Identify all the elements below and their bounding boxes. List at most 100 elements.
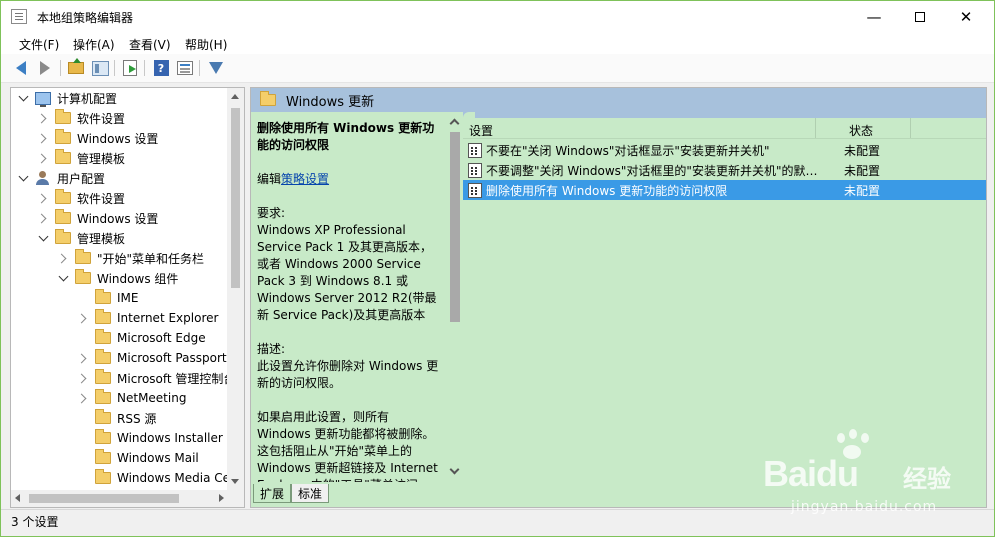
tree-item[interactable]: Microsoft Passport xyxy=(11,348,231,368)
toolbar-separator xyxy=(114,60,115,76)
setting-row[interactable]: 不要在"关闭 Windows"对话框显示"安装更新并关机" 未配置 xyxy=(463,140,986,160)
chevron-right-icon[interactable] xyxy=(77,352,89,364)
chevron-right-icon[interactable] xyxy=(57,252,69,264)
chevron-right-icon[interactable] xyxy=(77,312,89,324)
tree-item[interactable]: IME xyxy=(11,288,231,308)
chevron-right-icon[interactable] xyxy=(77,372,89,384)
tree-item-label: Windows Media Center xyxy=(117,471,231,485)
forward-button[interactable] xyxy=(35,59,55,77)
tab-extended[interactable]: 扩展 xyxy=(253,484,292,503)
menu-bar: 文件(F) 操作(A) 查看(V) 帮助(H) xyxy=(1,32,994,54)
tree-item[interactable]: Windows 设置 xyxy=(11,128,231,148)
tree-item[interactable]: Windows Mail xyxy=(11,448,231,468)
minimize-button[interactable]: — xyxy=(851,1,897,32)
setting-name: 删除使用所有 Windows 更新功能的访问权限 xyxy=(486,183,728,198)
tree-item[interactable]: Internet Explorer xyxy=(11,308,231,328)
maximize-button[interactable] xyxy=(897,1,943,32)
policy-setting-icon xyxy=(468,142,482,158)
tree-item[interactable]: Windows 设置 xyxy=(11,208,231,228)
tree-item[interactable]: 用户配置 xyxy=(11,168,231,188)
setting-status: 未配置 xyxy=(844,163,881,178)
chevron-down-icon[interactable] xyxy=(37,232,49,244)
help-button[interactable]: ? xyxy=(151,59,171,77)
tree-vertical-scrollbar[interactable] xyxy=(227,88,244,490)
tree-item-label: NetMeeting xyxy=(117,391,187,405)
chevron-down-icon[interactable] xyxy=(17,172,29,184)
column-divider[interactable] xyxy=(815,118,816,138)
tree-horizontal-scrollbar[interactable] xyxy=(11,490,244,507)
menu-file[interactable]: 文件(F) xyxy=(19,36,59,53)
description-scrollbar[interactable] xyxy=(447,112,463,482)
tree-item[interactable]: Microsoft Edge xyxy=(11,328,231,348)
tree-item[interactable]: 管理模板 xyxy=(11,228,231,248)
chevron-right-icon[interactable] xyxy=(37,152,49,164)
folder-icon xyxy=(95,369,111,384)
setting-row[interactable]: 不要调整"关闭 Windows"对话框里的"安装更新并关机"的默认选项 未配置 xyxy=(463,160,986,180)
status-text: 3 个设置 xyxy=(11,515,59,529)
description-more: 如果启用此设置，则所有 Windows 更新功能都将被删除。这包括阻止从"开始"… xyxy=(257,410,438,482)
chevron-right-icon[interactable] xyxy=(37,112,49,124)
chevron-down-icon[interactable] xyxy=(17,92,29,104)
tree-item[interactable]: Windows 组件 xyxy=(11,268,231,288)
setting-row[interactable]: 删除使用所有 Windows 更新功能的访问权限 未配置 xyxy=(463,180,986,200)
scroll-thumb[interactable] xyxy=(231,108,240,288)
chevron-right-icon[interactable] xyxy=(77,392,89,404)
tree-item[interactable]: Windows Installer xyxy=(11,428,231,448)
back-button[interactable] xyxy=(11,59,31,77)
tree-item-label: 管理模板 xyxy=(77,151,126,166)
folder-icon xyxy=(75,249,91,264)
description-text: 删除使用所有 Windows 更新功能的访问权限 编辑策略设置 要求: Wind… xyxy=(257,120,443,482)
scroll-down-icon[interactable] xyxy=(449,464,460,475)
setting-name: 不要在"关闭 Windows"对话框显示"安装更新并关机" xyxy=(486,143,770,158)
scroll-left-icon[interactable] xyxy=(15,494,20,502)
scroll-thumb[interactable] xyxy=(450,132,460,322)
column-divider[interactable] xyxy=(910,118,911,138)
chevron-right-icon[interactable] xyxy=(37,132,49,144)
properties-icon xyxy=(177,61,193,75)
properties-button[interactable] xyxy=(175,59,195,77)
menu-view[interactable]: 查看(V) xyxy=(129,36,171,53)
scroll-right-icon[interactable] xyxy=(219,494,224,502)
title-bar[interactable]: 本地组策略编辑器 — ✕ xyxy=(1,1,994,32)
tree-item[interactable]: NetMeeting xyxy=(11,388,231,408)
status-bar: 3 个设置 xyxy=(1,509,994,529)
show-hide-tree-button[interactable] xyxy=(90,59,110,77)
tree-item[interactable]: 管理模板 xyxy=(11,148,231,168)
chevron-down-icon[interactable] xyxy=(57,272,69,284)
toolbar-separator xyxy=(199,60,200,76)
tree-item[interactable]: 计算机配置 xyxy=(11,88,231,108)
column-header-setting[interactable]: 设置 xyxy=(469,122,493,139)
tree-item[interactable]: Microsoft 管理控制台 xyxy=(11,368,231,388)
tree-item[interactable]: RSS 源 xyxy=(11,408,231,428)
help-icon: ? xyxy=(153,60,169,76)
edit-policy-link[interactable]: 策略设置 xyxy=(281,172,329,186)
tree-item[interactable]: "开始"菜单和任务栏 xyxy=(11,248,231,268)
folder-icon xyxy=(55,129,71,144)
filter-button[interactable] xyxy=(206,59,226,77)
details-header: Windows 更新 xyxy=(251,88,986,112)
back-arrow-icon xyxy=(16,61,26,75)
scroll-up-icon[interactable] xyxy=(449,118,460,129)
chevron-right-icon[interactable] xyxy=(37,192,49,204)
scroll-down-icon[interactable] xyxy=(231,479,239,484)
menu-action[interactable]: 操作(A) xyxy=(73,36,115,53)
menu-help[interactable]: 帮助(H) xyxy=(185,36,227,53)
close-button[interactable]: ✕ xyxy=(943,1,989,32)
gpedit-app-icon xyxy=(11,9,27,24)
scroll-up-icon[interactable] xyxy=(231,94,239,99)
scroll-thumb[interactable] xyxy=(29,494,179,503)
tree-item[interactable]: Windows Media Center xyxy=(11,468,231,488)
tree-item[interactable]: 软件设置 xyxy=(11,108,231,128)
tree-item[interactable]: 软件设置 xyxy=(11,188,231,208)
folder-icon xyxy=(95,309,111,324)
column-header-status[interactable]: 状态 xyxy=(849,122,873,139)
up-one-level-button[interactable] xyxy=(66,58,86,77)
tree-item-label: 软件设置 xyxy=(77,191,126,206)
tab-standard[interactable]: 标准 xyxy=(291,484,330,503)
console-tree[interactable]: 计算机配置 软件设置 Windows 设置 管理模板 用户配置 软件设置 Windows 设… xyxy=(10,87,245,508)
chevron-right-icon[interactable] xyxy=(37,212,49,224)
folder-icon xyxy=(55,149,71,164)
export-list-button[interactable] xyxy=(120,59,140,77)
